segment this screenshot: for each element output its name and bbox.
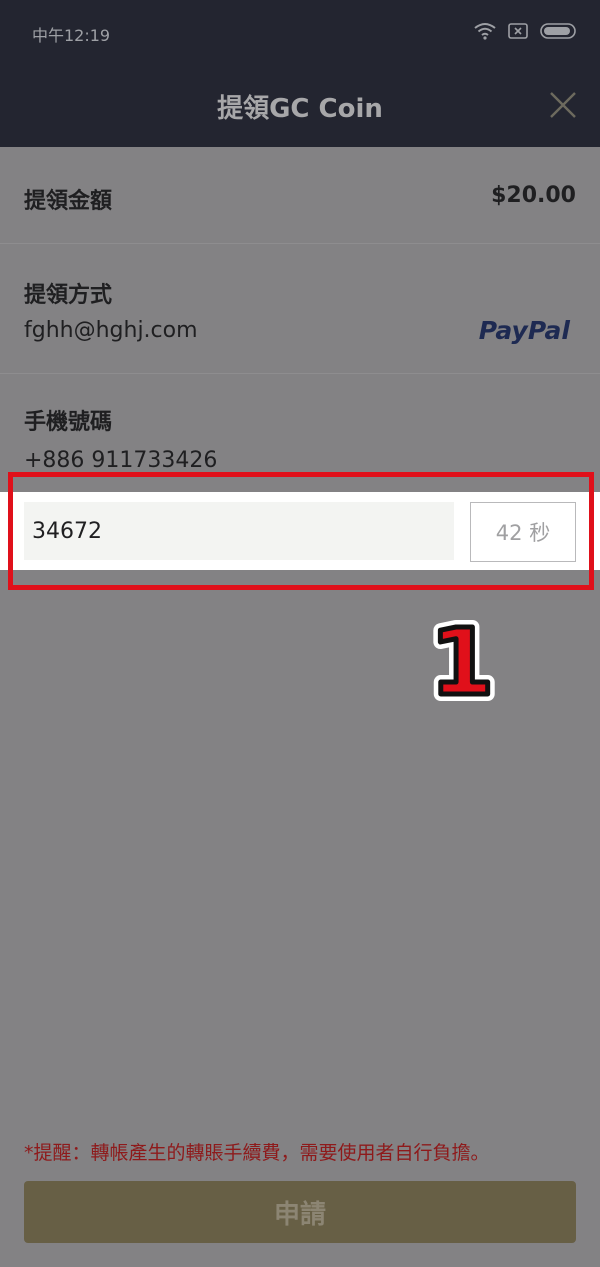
paypal-logo: PayPal [479, 316, 570, 345]
step-number-badge: 1 1 [428, 608, 496, 708]
method-label: 提領方式 [24, 283, 113, 308]
page-title: 提領GC Coin [217, 94, 383, 124]
wifi-icon [474, 23, 496, 40]
phone-label: 手機號碼 [24, 410, 113, 435]
paypal-logo-text: PayPal [478, 316, 570, 345]
paypal-email: fghh@hghj.com [24, 318, 198, 343]
battery-icon [540, 23, 576, 39]
no-sim-icon [508, 23, 528, 39]
status-bar: 中午12:19 [0, 0, 600, 64]
page-header: 提領GC Coin [0, 64, 600, 147]
amount-label: 提領金額 [24, 189, 113, 214]
withdraw-method-row: 提領方式 fghh@hghj.com PayPal [0, 244, 600, 374]
highlight-box [8, 472, 594, 590]
status-time: 中午12:19 [32, 26, 111, 45]
fee-notice: *提醒：轉帳產生的轉賬手續費，需要使用者自行負擔。 [24, 1142, 490, 1164]
close-icon[interactable] [548, 90, 578, 120]
step-number-text: 1 [430, 609, 494, 708]
amount-value: $20.00 [491, 183, 576, 208]
amount-row: 提領金額 $20.00 [0, 147, 600, 244]
phone-number: +886 911733426 [24, 448, 218, 473]
submit-button[interactable]: 申請 [24, 1181, 576, 1243]
status-icons [474, 22, 578, 40]
